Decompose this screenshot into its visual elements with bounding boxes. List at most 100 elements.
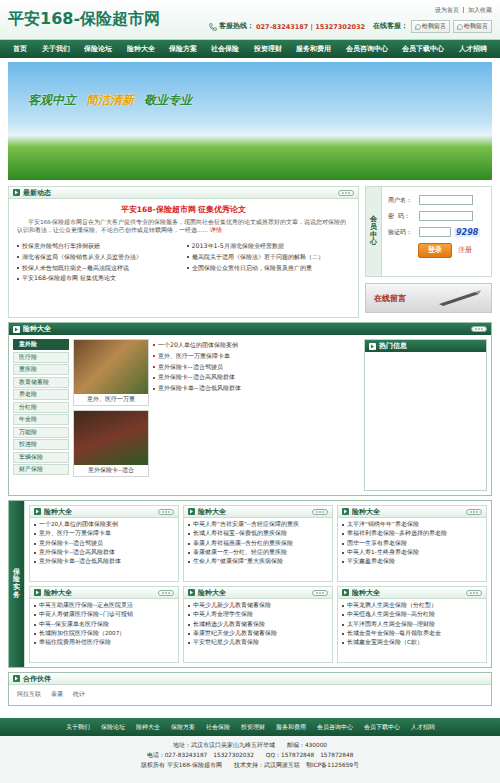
box-item[interactable]: 中英互助康医疗保险--定点医院灵活 [34, 602, 174, 610]
footer-link[interactable]: 会员咨询中心 [317, 723, 353, 732]
box-item[interactable]: 幸福住院费用补偿医疗保险 [34, 639, 174, 647]
box-item[interactable]: 泰康健康一生--分红、轻症的重疾险 [188, 549, 328, 557]
footer-link[interactable]: 投资理财 [241, 723, 265, 732]
insurance-item[interactable]: 意外保险卡--适合驾驶员 [153, 363, 360, 372]
category-tab[interactable]: 意外险 [13, 339, 69, 350]
footer-link[interactable]: 险种大全 [136, 723, 160, 732]
box-item[interactable]: 长城金贵年金保险--每月领取养老金 [342, 630, 482, 638]
footer-link[interactable]: 会员下载中心 [364, 723, 400, 732]
news-item[interactable]: 最高院关于适用《保险法》若干问题的解释（二） [187, 253, 351, 262]
footer-link[interactable]: 人才招聘 [411, 723, 435, 732]
register-link[interactable]: 注册 [458, 246, 472, 255]
nav-item[interactable]: 服务和费用 [296, 45, 331, 54]
more-icon[interactable] [158, 590, 174, 596]
insurance-item[interactable]: 意外、医疗一万重保障卡单 [153, 352, 360, 361]
category-tab[interactable]: 教育储蓄险 [13, 377, 69, 388]
text-field[interactable] [419, 211, 473, 221]
category-tab[interactable]: 万能险 [13, 427, 69, 438]
more-icon[interactable] [338, 190, 354, 196]
more-icon[interactable] [466, 590, 482, 596]
message-banner[interactable]: 在线留言 [365, 283, 492, 313]
category-tab[interactable]: 投连险 [13, 439, 69, 450]
box-item[interactable]: 中英少儿新少儿教育储蓄保险 [188, 602, 328, 610]
captcha[interactable]: 9298 [454, 228, 480, 237]
more-icon[interactable] [158, 509, 174, 515]
box-item[interactable]: 国华一生享有养老保险 [342, 540, 482, 548]
nav-item[interactable]: 会员咨询中心 [346, 45, 388, 54]
picture-card[interactable]: 意外、医疗一万重 [73, 339, 149, 406]
partner-link[interactable]: 泰康 [51, 690, 63, 699]
box-item[interactable]: 平安世纪星少儿教育保险 [188, 639, 328, 647]
footer-link[interactable]: 关于我们 [66, 723, 90, 732]
partner-link[interactable]: 统计 [73, 690, 85, 699]
news-headline[interactable]: 平安168-保险超市网 征集优秀论文 [17, 205, 350, 215]
news-item[interactable]: 全国保险公众宣传日启动，保险普及推广的重 [187, 264, 351, 273]
footer-link[interactable]: 社会保险 [206, 723, 230, 732]
footer-link[interactable]: 保险论坛 [101, 723, 125, 732]
more-icon[interactable] [312, 590, 328, 596]
box-item[interactable]: 泰康世纪天使少儿教育储蓄保险 [188, 630, 328, 638]
box-item[interactable]: 意外、医疗一万重保障卡单 [34, 530, 174, 538]
more-icon[interactable] [466, 509, 482, 515]
login-button[interactable]: 登录 [418, 243, 452, 258]
nav-item[interactable]: 投资理财 [254, 45, 282, 54]
news-item[interactable]: 湖北省保监局《保险销售从业人员监管办法》 [17, 253, 181, 262]
footer-link[interactable]: 服务和费用 [276, 723, 306, 732]
logo[interactable]: 平安168-保险超市网 [8, 9, 160, 30]
box-item[interactable]: 长城人寿祥福宝--保费低的重疾保险 [188, 530, 328, 538]
nav-item[interactable]: 人才招聘 [459, 45, 487, 54]
box-item[interactable]: 太平洋国寿人生两全保险--理财险 [342, 621, 482, 629]
box-item[interactable]: 幸福祥利养老保险--多种选择的养老险 [342, 530, 482, 538]
message-button[interactable]: 给我留言 [453, 20, 492, 33]
box-item[interactable]: 一个20人单位的团体保险案例 [34, 521, 174, 529]
box-item[interactable]: 生命人寿“健康保障”重大疾病保险 [188, 558, 328, 566]
text-field[interactable] [419, 227, 451, 237]
box-item[interactable]: 中英龙腾人生两全保险（分红型） [342, 602, 482, 610]
box-item[interactable]: 意外保险卡--适合驾驶员 [34, 540, 174, 548]
box-item[interactable]: 中英人寿1-生终身养老保险 [342, 549, 482, 557]
footer-link[interactable]: 保险方案 [171, 723, 195, 732]
insurance-item[interactable]: 意外保险卡--适合高风险群体 [153, 373, 360, 382]
category-tab[interactable]: 养老险 [13, 389, 69, 400]
more-icon[interactable] [471, 326, 487, 332]
category-tab[interactable]: 重疾险 [13, 364, 69, 375]
nav-item[interactable]: 会员下载中心 [402, 45, 444, 54]
message-button[interactable]: 给我留言 [411, 20, 450, 33]
news-item[interactable]: 平安168-保险超市网 征集优秀论文 [17, 274, 181, 283]
nav-item[interactable]: 首页 [13, 45, 27, 54]
box-item[interactable]: 中英人寿“吉祥安康”--含轻症保障的重疾 [188, 521, 328, 529]
box-item[interactable]: 意外保险卡单--适合低风险群体 [34, 558, 174, 566]
picture-card[interactable]: 意外保险卡--适合 [73, 410, 149, 477]
nav-item[interactable]: 关于我们 [42, 45, 70, 54]
detail-link[interactable]: 详情 [210, 227, 222, 233]
news-item[interactable]: 投保人未告知既往病史--最高法院这样说 [17, 264, 181, 273]
partner-link[interactable]: 阿拉互联 [17, 690, 41, 699]
box-item[interactable]: 中英--保安康单名医疗保险 [34, 621, 174, 629]
category-tab[interactable]: 车辆保险 [13, 452, 69, 463]
box-item[interactable]: 长城鑫金宝两全保险（C款） [342, 639, 482, 647]
nav-item[interactable]: 保险方案 [169, 45, 197, 54]
category-tab[interactable]: 年金险 [13, 414, 69, 425]
category-tab[interactable]: 财产保险 [13, 464, 69, 475]
box-item[interactable]: 意外保险卡--适合高风险群体 [34, 549, 174, 557]
insurance-item[interactable]: 一个20人单位的团体保险案例 [153, 341, 360, 350]
nav-item[interactable]: 社会保险 [211, 45, 239, 54]
box-item[interactable]: 平安鑫盈养老保险 [342, 558, 482, 566]
box-item[interactable]: 中英人寿金理学生保险 [188, 611, 328, 619]
text-field[interactable] [419, 195, 473, 205]
box-item[interactable]: 中英恒逸人生两全保险--高分红险 [342, 611, 482, 619]
top-link[interactable]: 加入收藏 [463, 6, 492, 15]
nav-item[interactable]: 险种大全 [127, 45, 155, 54]
box-item[interactable]: 长城附加住院医疗保险（2007） [34, 630, 174, 638]
box-item[interactable]: 泰康人寿祥福惠康--含分红的重疾保险 [188, 540, 328, 548]
nav-item[interactable]: 保险论坛 [84, 45, 112, 54]
box-item[interactable]: 中荷人寿健康医疗保险--门诊可报销 [34, 611, 174, 619]
top-link[interactable]: 设为首页 [435, 6, 459, 15]
box-item[interactable]: 长城精选少儿教育储蓄保险 [188, 621, 328, 629]
news-item[interactable]: 投保意外险驾自行车摔倒获赔 [17, 242, 181, 251]
box-item[interactable]: 太平洋“锦绣年年”养老保险 [342, 521, 482, 529]
more-icon[interactable] [312, 509, 328, 515]
category-tab[interactable]: 医疗险 [13, 352, 69, 363]
category-tab[interactable]: 分红险 [13, 402, 69, 413]
news-item[interactable]: 2013年1-5月湖北保险业经营数据 [187, 242, 351, 251]
